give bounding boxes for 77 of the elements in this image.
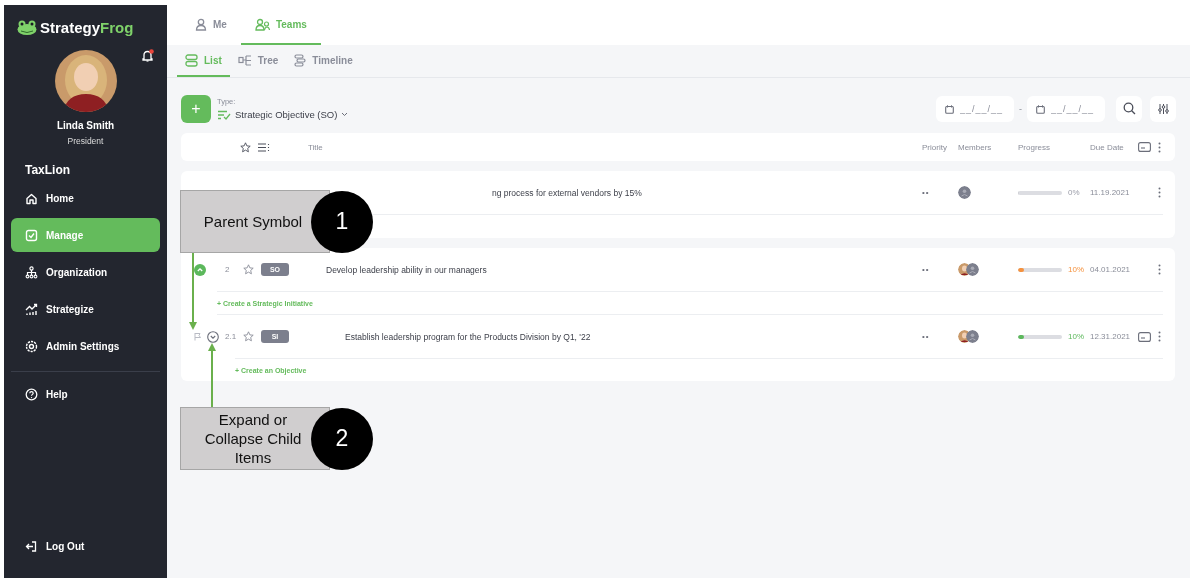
logout-link[interactable]: Log Out [11,529,160,563]
help-icon [25,387,38,401]
search-icon [1122,102,1136,115]
date-field[interactable]: __/__/__ [1027,95,1105,122]
hierarchy-icon [25,265,38,279]
bell-icon[interactable] [142,49,154,62]
item-title[interactable]: Develop leadership ability in our managers [308,264,922,275]
item-title[interactable]: Establish leadership program for the Products Division by Q1, '22 [327,331,922,342]
progress-percent: 10% [1068,265,1084,274]
people-icon [254,17,270,31]
nav-item[interactable]: Home [11,181,160,215]
progress-percent: 10% [1068,332,1084,341]
column-list-icon[interactable] [258,142,270,152]
column-header: Progress [1018,142,1051,152]
member-avatar [958,186,971,199]
row-number: 2 [225,265,231,274]
trend-chart-icon [25,302,38,316]
row-number: 2.1 [225,332,238,341]
sliders-icon [1157,102,1169,115]
filter-list-icon [217,109,231,120]
expand-toggle-icon[interactable] [207,330,219,343]
date-separator: - [1019,103,1022,114]
star-icon[interactable] [243,331,254,342]
more-icon[interactable] [1158,141,1161,153]
user-role: President [67,136,104,146]
caret-icon [341,112,349,117]
nav-item[interactable]: Strategize [11,292,160,326]
nav-item[interactable]: Admin Settings [11,329,160,363]
search-button[interactable] [1116,95,1142,122]
progress-bar [1018,267,1062,272]
filter-button[interactable] [1150,95,1176,122]
list-icon [185,53,198,67]
star-icon[interactable] [240,141,251,153]
type-dropdown[interactable]: Strategic Objective (SO) [217,109,349,120]
home-icon [25,191,38,205]
more-icon[interactable] [1158,187,1161,198]
progress-bar [1018,190,1062,195]
due-date: 04.01.2021 [1090,265,1131,274]
more-icon[interactable] [1158,264,1161,275]
column-header: Members [958,142,993,152]
column-header: Title [308,142,324,152]
progress-bar [1018,334,1062,339]
more-icon[interactable] [1158,331,1161,342]
date-field[interactable]: __/__/__ [936,95,1014,122]
item-title[interactable]: ng process for external vendors by 15% [474,187,922,198]
user-name: Linda Smith [56,120,115,131]
collapse-toggle-icon[interactable] [194,263,206,276]
callout-label: Expand or Collapse Child Items [180,407,330,470]
calendar-icon [1036,104,1045,114]
priority-indicator: •• [922,265,930,274]
due-date: 11.19.2021 [1090,188,1130,197]
logo-text: StrategyFrog [40,19,134,36]
column-header: Due Date [1090,142,1125,152]
comment-icon[interactable] [1138,142,1151,152]
star-icon[interactable] [243,264,254,275]
member-avatar [966,330,979,343]
settings-icon [25,339,38,353]
callout-arrow [208,342,216,407]
calendar-icon [945,104,954,114]
progress-percent: 0% [1068,188,1080,197]
priority-indicator: •• [922,188,930,197]
person-icon [195,17,207,31]
nav-item[interactable]: Organization [11,255,160,289]
timeline-icon [294,53,307,67]
column-header: Priority [922,142,948,152]
callout-label: Parent Symbol [180,190,330,253]
comment-icon[interactable] [1138,331,1151,342]
member-avatar [966,263,979,276]
due-date: 12.31.2021 [1090,332,1131,341]
organization-name: TaxLion [25,163,72,177]
frog-logo-icon [17,20,37,35]
nav-item[interactable]: Help [11,377,160,411]
priority-indicator: •• [922,332,930,341]
flag-icon [194,332,202,341]
checkbox-icon [25,228,38,242]
tree-icon [237,53,252,67]
logout-icon [25,539,38,553]
